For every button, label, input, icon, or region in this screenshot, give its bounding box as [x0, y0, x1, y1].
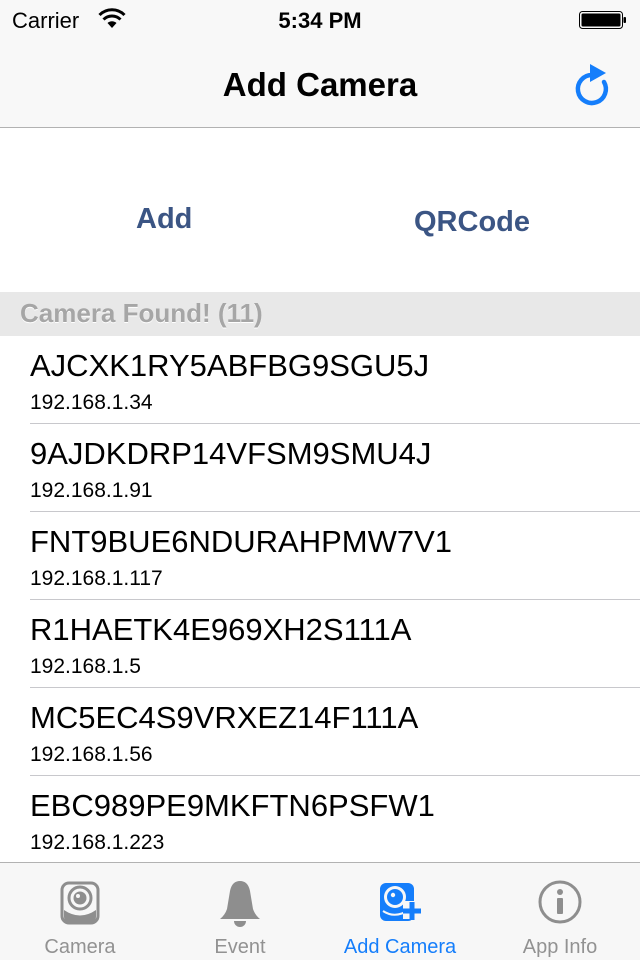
camera-id: 9AJDKDRP14VFSM9SMU4J	[30, 436, 432, 471]
camera-row[interactable]: R1HAETK4E969XH2S111A 192.168.1.5	[0, 600, 640, 688]
camera-row[interactable]: EBC989PE9MKFTN6PSFW1 192.168.1.223	[0, 776, 640, 862]
camera-id: EBC989PE9MKFTN6PSFW1	[30, 788, 435, 823]
camera-row[interactable]: AJCXK1RY5ABFBG9SGU5J 192.168.1.34	[0, 336, 640, 424]
tab-label: Camera	[44, 936, 116, 958]
camera-row[interactable]: FNT9BUE6NDURAHPMW7V1 192.168.1.117	[0, 512, 640, 600]
tab-label: Event	[214, 936, 266, 958]
camera-row[interactable]: MC5EC4S9VRXEZ14F111A 192.168.1.56	[0, 688, 640, 776]
status-time: 5:34 PM	[278, 8, 362, 33]
tab-label: App Info	[522, 936, 598, 958]
camera-ip: 192.168.1.34	[30, 391, 153, 414]
qrcode-button[interactable]: QRCode	[414, 206, 530, 239]
camera-list[interactable]: AJCXK1RY5ABFBG9SGU5J 192.168.1.34 9AJDKD…	[0, 336, 640, 862]
camera-id: MC5EC4S9VRXEZ14F111A	[30, 700, 419, 735]
bell-icon	[220, 881, 260, 927]
camera-ip: 192.168.1.223	[30, 831, 165, 854]
camera-icon	[60, 881, 100, 925]
camera-id: FNT9BUE6NDURAHPMW7V1	[30, 524, 453, 559]
section-header: Camera Found! (11)	[0, 292, 640, 336]
tab-camera[interactable]: Camera	[0, 863, 160, 960]
tab-app-info[interactable]: App Info	[480, 863, 640, 960]
tab-add-camera[interactable]: Add Camera	[320, 863, 480, 960]
add-button[interactable]: Add	[136, 203, 192, 236]
camera-id: R1HAETK4E969XH2S111A	[30, 612, 412, 647]
camera-id: AJCXK1RY5ABFBG9SGU5J	[30, 348, 430, 383]
tab-bar: Camera Event Add Camera App Info	[0, 862, 640, 960]
camera-ip: 192.168.1.117	[30, 567, 163, 590]
tab-event[interactable]: Event	[160, 863, 320, 960]
camera-found-label: Camera Found! (11)	[20, 298, 263, 328]
battery-full-icon	[579, 11, 626, 29]
camera-row[interactable]: 9AJDKDRP14VFSM9SMU4J 192.168.1.91	[0, 424, 640, 512]
camera-ip: 192.168.1.91	[30, 479, 153, 502]
camera-ip: 192.168.1.5	[30, 655, 141, 678]
info-icon	[538, 880, 582, 924]
status-bar: Carrier 5:34 PM	[0, 0, 640, 40]
add-camera-icon	[380, 883, 421, 921]
add-options: Add QRCode	[0, 129, 640, 292]
navigation-bar: Add Camera	[0, 40, 640, 128]
page-title: Add Camera	[222, 66, 418, 103]
tab-label: Add Camera	[343, 936, 457, 958]
camera-ip: 192.168.1.56	[30, 743, 153, 766]
refresh-icon[interactable]	[566, 60, 614, 108]
